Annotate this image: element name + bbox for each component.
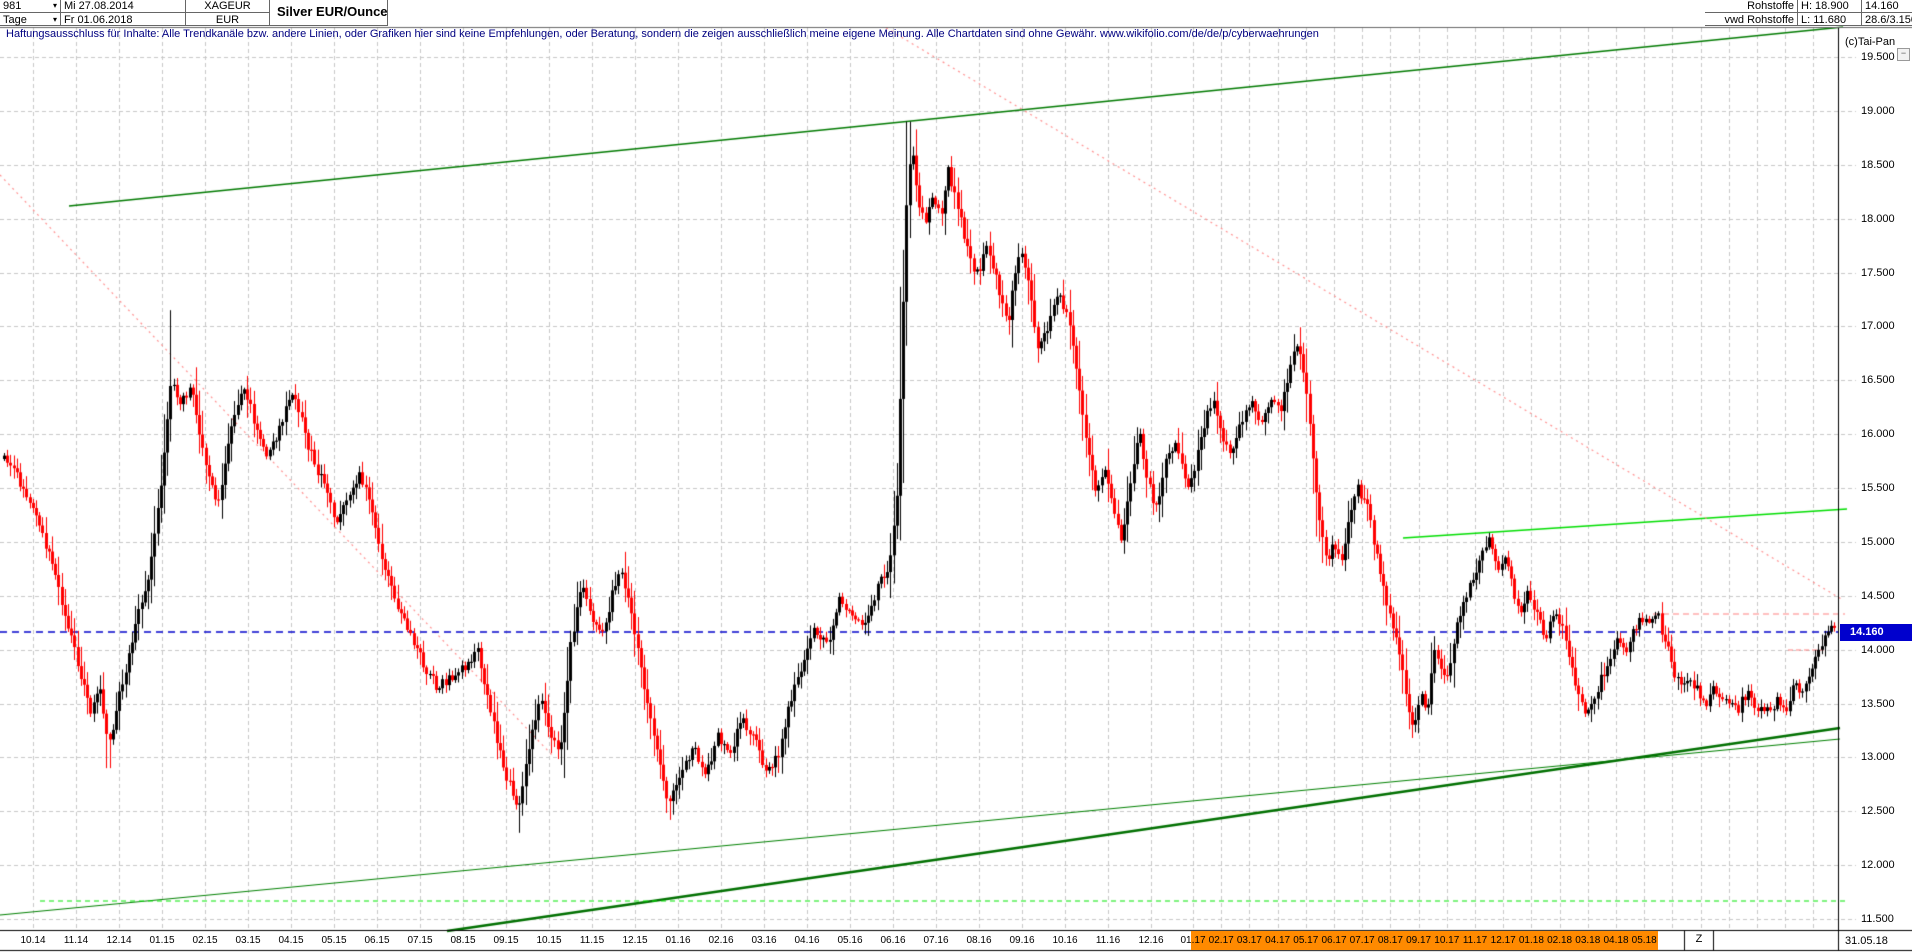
x-tick-label: 09.16	[1009, 935, 1035, 946]
x-tick-label: 02.16	[708, 935, 734, 946]
x-tick-label: 03.16	[751, 935, 777, 946]
chevron-down-icon: ▾	[52, 14, 57, 24]
feed-cell: Rohstoffe vwd Rohstoffe	[1705, 0, 1798, 26]
x-tick-label: 03.15	[235, 935, 261, 946]
series-controls-cell: 981 ▾ Tage ▾	[0, 0, 61, 26]
high-low-cell: H: 18.900 L: 11.680	[1798, 0, 1862, 26]
y-tick-label: 16.500	[1861, 374, 1895, 387]
currency-code: EUR	[215, 13, 240, 26]
zoom-marker[interactable]: Z	[1686, 933, 1712, 945]
x-tick-label: 08.16	[966, 935, 992, 946]
date-to[interactable]: Fr 01.06.2018	[64, 14, 133, 26]
feed-provider: vwd Rohstoffe	[1724, 13, 1794, 26]
x-tick-label: 07.16	[923, 935, 949, 946]
y-tick-label: 14.000	[1861, 643, 1895, 656]
price-chart[interactable]	[0, 0, 1912, 952]
y-tick-label: 13.500	[1861, 697, 1895, 710]
x-tick-label: 05.18	[1631, 935, 1657, 946]
y-tick-label: 14.500	[1861, 589, 1895, 602]
x-tick-label: 01.16	[665, 935, 691, 946]
x-tick-label: 05.15	[321, 935, 347, 946]
x-tick-label: 08.15	[450, 935, 476, 946]
y-tick-label: 17.500	[1861, 266, 1895, 279]
collapse-panel-button[interactable]: −	[1897, 48, 1910, 61]
symbol-cell: XAGEUR EUR	[186, 0, 270, 26]
period-high: H: 18.900	[1801, 0, 1849, 12]
x-tick-label: 06.16	[880, 935, 906, 946]
y-tick-label: 18.000	[1861, 212, 1895, 225]
x-tick-label: 11.16	[1095, 935, 1121, 946]
y-tick-label: 19.000	[1861, 104, 1895, 117]
x-tick-label: 11.14	[63, 935, 89, 946]
period-low: L: 11.680	[1801, 13, 1847, 26]
x-tick-label: 02.15	[192, 935, 218, 946]
y-tick-label: 12.000	[1861, 859, 1895, 872]
y-tick-label: 11.500	[1861, 913, 1894, 925]
y-tick-label: 16.000	[1861, 428, 1895, 441]
x-tick-label: 12.16	[1138, 935, 1164, 946]
y-tick-label: 15.000	[1861, 535, 1895, 548]
y-tick-label: 15.500	[1861, 482, 1895, 494]
date-from[interactable]: Mi 27.08.2014	[64, 0, 134, 12]
last-price-badge: 14.160	[1840, 624, 1912, 641]
date-range-cell: Mi 27.08.2014 Fr 01.06.2018	[61, 0, 186, 26]
x-tick-label: 07.15	[407, 935, 433, 946]
x-tick-label: 09.15	[493, 935, 519, 946]
y-tick-label: 17.000	[1861, 320, 1895, 333]
x-tick-label: 11.15	[579, 935, 605, 946]
x-tick-label: 10.14	[20, 935, 46, 946]
x-tick-label: 04.15	[278, 935, 304, 946]
y-tick-label: 18.500	[1861, 158, 1895, 171]
y-tick-label: 12.500	[1861, 805, 1895, 818]
x-tick-label: 10.15	[536, 935, 562, 946]
copyright-label: (c)Tai-Pan	[1845, 36, 1896, 48]
periodicity-dropdown[interactable]: Tage ▾	[0, 13, 60, 26]
symbol-code: XAGEUR	[204, 0, 251, 12]
series-id: 981	[3, 0, 22, 12]
x-tick-label: 12.15	[622, 935, 648, 946]
taipan-chart-window: 981 ▾ Tage ▾ Mi 27.08.2014 Fr 01.06.2018…	[0, 0, 1912, 952]
x-tick-label: 04.16	[794, 935, 820, 946]
last-value: 14.160	[1865, 0, 1899, 12]
chevron-down-icon: ▾	[52, 1, 57, 10]
x-tick-label: 05.16	[837, 935, 863, 946]
x-tick-label: 10.16	[1052, 935, 1078, 946]
page-title: Silver EUR/Ounce	[277, 4, 388, 19]
series-id-dropdown[interactable]: 981 ▾	[0, 0, 60, 13]
periodicity-label: Tage	[3, 13, 27, 26]
y-tick-label: 13.000	[1861, 751, 1895, 764]
disclaimer-text: Haftungsausschluss für Inhalte: Alle Tre…	[6, 28, 1319, 40]
x-tick-label: 12.14	[106, 935, 132, 946]
x-tick-label: 06.15	[364, 935, 390, 946]
range-value: 28.6/3.150	[1865, 13, 1912, 26]
last-value-cell: 14.160 28.6/3.150	[1862, 0, 1912, 26]
axis-end-date: 31.05.18	[1845, 935, 1888, 947]
x-tick-label: 01.15	[149, 935, 175, 946]
feed-name: Rohstoffe	[1747, 0, 1794, 12]
